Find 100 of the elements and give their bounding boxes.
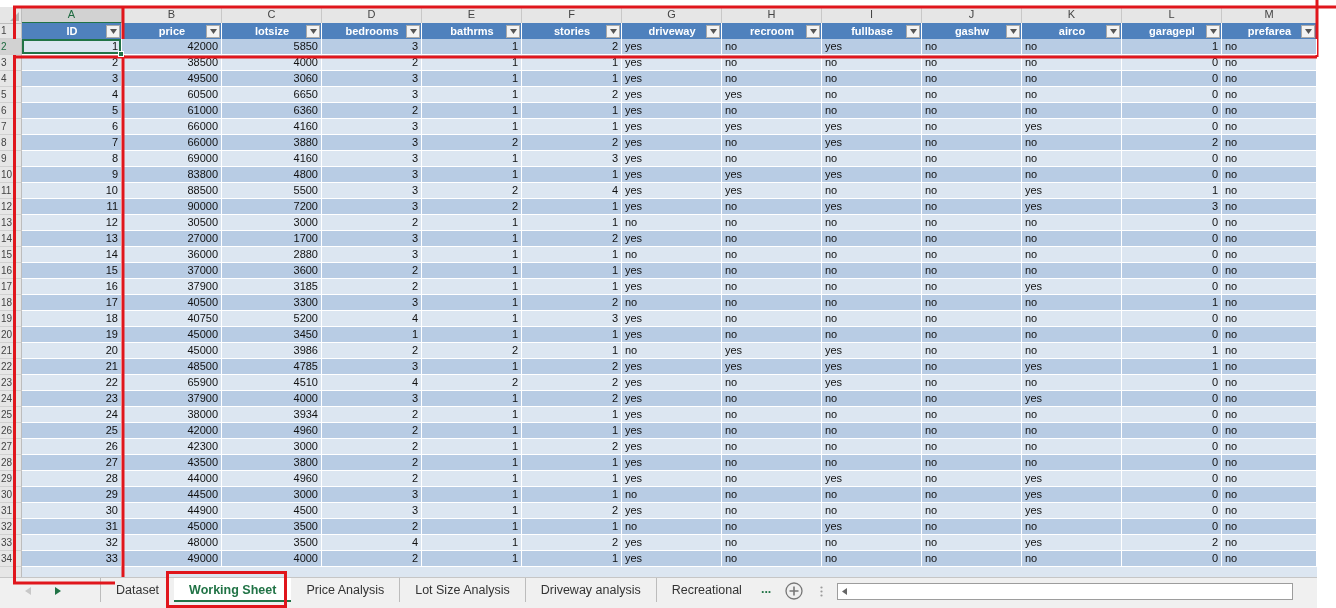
table-cell: yes xyxy=(822,119,922,135)
table-cell: 2880 xyxy=(222,247,322,263)
row-number[interactable]: 24 xyxy=(0,391,22,407)
row-number[interactable]: 20 xyxy=(0,327,22,343)
table-cell: 0 xyxy=(1122,87,1222,103)
row-number[interactable]: 10 xyxy=(0,167,22,183)
filter-button[interactable] xyxy=(706,24,720,38)
table-cell: 1 xyxy=(422,87,522,103)
table-cell: 2 xyxy=(522,535,622,551)
table-cell: 2 xyxy=(322,103,422,119)
more-tabs-button[interactable]: ... xyxy=(760,578,772,600)
row-number[interactable]: 31 xyxy=(0,503,22,519)
row-number[interactable]: 12 xyxy=(0,199,22,215)
row-number[interactable]: 6 xyxy=(0,103,22,119)
sheet-tab[interactable]: Working Sheet xyxy=(174,578,292,602)
filter-button[interactable] xyxy=(906,24,920,38)
table-cell: 2 xyxy=(422,135,522,151)
filter-button[interactable] xyxy=(106,24,120,38)
row-number[interactable]: 8 xyxy=(0,135,22,151)
splitter-handle-icon[interactable] xyxy=(820,586,824,597)
row-number[interactable]: 34 xyxy=(0,551,22,567)
row-number[interactable]: 22 xyxy=(0,359,22,375)
table-cell: 1 xyxy=(422,215,522,231)
row-number[interactable]: 18 xyxy=(0,295,22,311)
table-cell: no xyxy=(1222,487,1317,503)
row-number[interactable]: 19 xyxy=(0,311,22,327)
table-cell: 0 xyxy=(1122,407,1222,423)
row-number[interactable]: 11 xyxy=(0,183,22,199)
filter-button[interactable] xyxy=(306,24,320,38)
row-number[interactable]: 9 xyxy=(0,151,22,167)
row-number[interactable]: 32 xyxy=(0,519,22,535)
table-cell: no xyxy=(1022,375,1122,391)
table-cell: no xyxy=(1022,247,1122,263)
table-cell: 1 xyxy=(422,407,522,423)
table-cell: yes xyxy=(722,343,822,359)
filter-button[interactable] xyxy=(1206,24,1220,38)
table-cell: 3500 xyxy=(222,519,322,535)
row-number[interactable]: 14 xyxy=(0,231,22,247)
table-cell: 60500 xyxy=(122,87,222,103)
fill-handle-icon[interactable] xyxy=(118,51,124,57)
row-number[interactable]: 13 xyxy=(0,215,22,231)
table-cell: yes xyxy=(1022,183,1122,199)
row-number[interactable]: 4 xyxy=(0,71,22,87)
table-cell: 2 xyxy=(522,295,622,311)
table-cell: 1 xyxy=(22,39,122,55)
row-number[interactable]: 5 xyxy=(0,87,22,103)
table-cell: 1 xyxy=(422,231,522,247)
scroll-left-arrow-icon[interactable] xyxy=(842,588,848,595)
filter-button[interactable] xyxy=(606,24,620,38)
table-cell: 2 xyxy=(522,503,622,519)
filter-button[interactable] xyxy=(406,24,420,38)
filter-button[interactable] xyxy=(1006,24,1020,38)
sheet-tab[interactable]: Recreational xyxy=(655,578,757,602)
table-cell: 7200 xyxy=(222,199,322,215)
row-number[interactable]: 7 xyxy=(0,119,22,135)
filter-button[interactable] xyxy=(1106,24,1120,38)
sheet-tab[interactable]: Lot Size Analysis xyxy=(399,578,525,602)
table-cell: 42300 xyxy=(122,439,222,455)
filter-button[interactable] xyxy=(506,24,520,38)
row-number[interactable]: 29 xyxy=(0,471,22,487)
table-cell: no xyxy=(1222,167,1317,183)
table-cell: no xyxy=(922,503,1022,519)
row-number[interactable]: 30 xyxy=(0,487,22,503)
row-number[interactable]: 17 xyxy=(0,279,22,295)
row-number[interactable]: 16 xyxy=(0,263,22,279)
filter-button[interactable] xyxy=(1301,24,1315,38)
table-cell: no xyxy=(1222,279,1317,295)
table-cell: no xyxy=(1222,455,1317,471)
row-number[interactable]: 26 xyxy=(0,423,22,439)
table-cell: no xyxy=(722,375,822,391)
scroll-right-icon[interactable] xyxy=(55,586,61,595)
row-number[interactable]: 15 xyxy=(0,247,22,263)
row-number[interactable]: 28 xyxy=(0,455,22,471)
row-number[interactable]: 33 xyxy=(0,535,22,551)
row-number[interactable]: 21 xyxy=(0,343,22,359)
row-number[interactable]: 2 xyxy=(0,39,22,55)
table-cell: 49500 xyxy=(122,71,222,87)
table-cell: no xyxy=(922,311,1022,327)
table-cell: no xyxy=(722,551,822,567)
row-number[interactable]: 25 xyxy=(0,407,22,423)
sheet-tab[interactable]: Price Analysis xyxy=(291,578,400,602)
row-number[interactable]: 27 xyxy=(0,439,22,455)
table-cell: 17 xyxy=(22,295,122,311)
table-cell: 22 xyxy=(22,375,122,391)
table-cell: 38000 xyxy=(122,407,222,423)
table-cell: 1 xyxy=(522,119,622,135)
table-cell: no xyxy=(1222,359,1317,375)
table-cell: no xyxy=(822,327,922,343)
sheet-tab[interactable]: Driveway analysis xyxy=(524,578,656,602)
table-cell: 4 xyxy=(322,375,422,391)
horizontal-scrollbar[interactable] xyxy=(837,583,1294,600)
table-cell: no xyxy=(1222,247,1317,263)
filter-button[interactable] xyxy=(806,24,820,38)
table-cell: 37900 xyxy=(122,391,222,407)
filter-button[interactable] xyxy=(206,24,220,38)
table-cell: 2 xyxy=(522,359,622,375)
table-cell: 0 xyxy=(1122,151,1222,167)
row-number[interactable]: 23 xyxy=(0,375,22,391)
add-sheet-icon[interactable] xyxy=(785,582,804,600)
table-cell: no xyxy=(822,295,922,311)
